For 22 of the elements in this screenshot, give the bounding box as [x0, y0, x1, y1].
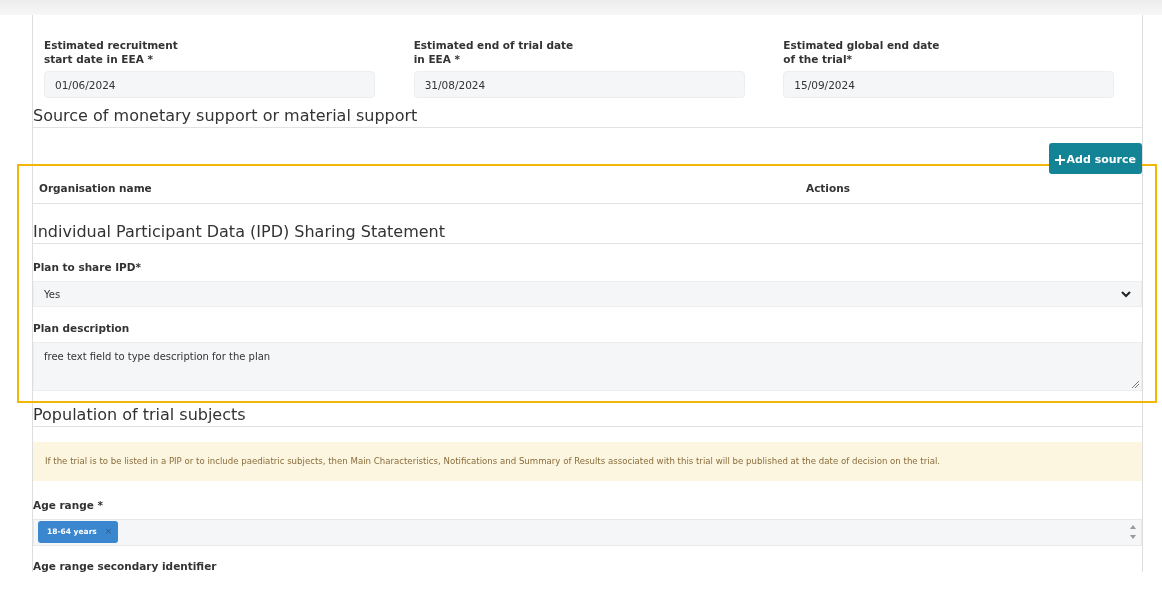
description-textarea[interactable]: free text field to type description for the plan — [33, 341, 1142, 391]
column-header: Organisation name — [39, 181, 153, 197]
field-label: Estimated global end date of the trial* — [783, 39, 941, 67]
chevron-down-icon — [1121, 290, 1131, 298]
plan-select[interactable]: Yes — [33, 281, 1142, 308]
field-label: Estimated recruitment start date in EEA * — [44, 39, 179, 67]
date-field[interactable]: 31/08/2024 — [413, 71, 745, 99]
field-label: Estimated end of trial date in EEA * — [413, 39, 575, 67]
plus-icon — [1054, 154, 1065, 165]
section-heading: Population of trial subjects — [33, 404, 1142, 428]
field-label: Age range * — [33, 498, 104, 513]
column-header: Actions — [806, 181, 850, 197]
section-heading: Individual Participant Data (IPD) Sharing Statement — [33, 222, 1142, 245]
notice-banner: If the trial is to be listed in a PIP or to include paediatric subjects, then Main Characteristics, Notifications and Summary of Results associated with this trial will be published at the date of decision on the trial. — [33, 442, 1142, 481]
resize-handle-icon — [1132, 380, 1139, 388]
field-label: Age range secondary identifier — [33, 558, 218, 574]
field-label: Plan description — [33, 321, 131, 337]
section-heading: Source of monetary support or material support — [33, 106, 1142, 129]
date-field[interactable]: 15/09/2024 — [783, 71, 1115, 99]
date-field[interactable]: 01/06/2024 — [44, 71, 375, 99]
field-label: Plan to share IPD* — [33, 260, 142, 276]
add-source-button[interactable]: Add source — [1048, 143, 1142, 175]
